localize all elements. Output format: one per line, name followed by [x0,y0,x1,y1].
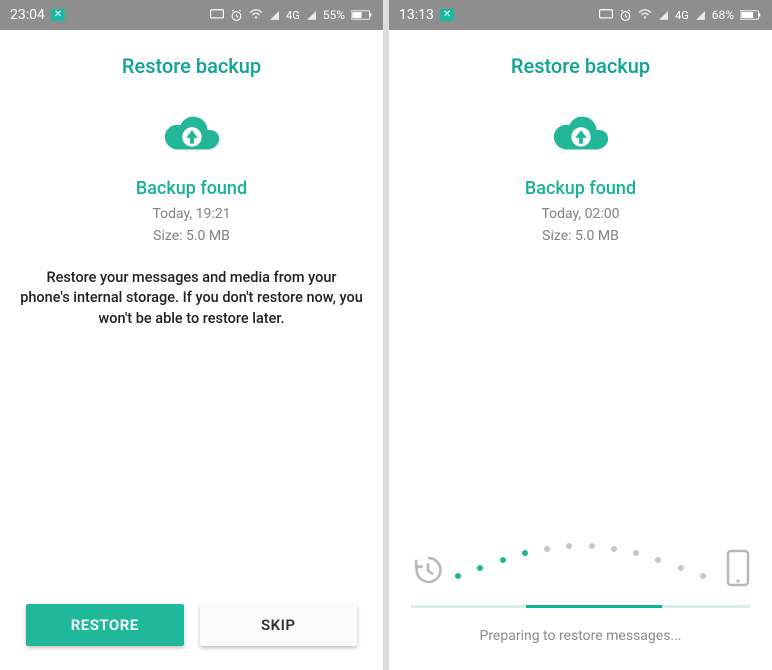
progress-bar [411,605,750,608]
battery-icon [351,9,373,21]
preparing-text: Preparing to restore messages... [411,628,750,644]
status-bar: 13:13 ✕ 4G 68% [389,0,772,30]
cast-icon [210,9,224,21]
alarm-icon [230,9,243,22]
status-time: 23:04 [10,7,45,23]
alarm-icon [619,9,632,22]
status-bar: 23:04 ✕ 4G 55% [0,0,383,30]
status-left: 23:04 ✕ [10,7,65,23]
backup-found-label: Backup found [0,178,383,199]
battery-text: 68% [712,8,734,22]
signal-label: 4G [286,9,300,22]
notification-badge: ✕ [51,9,65,21]
restore-button[interactable]: RESTORE [26,604,184,646]
phone-screen-right: 13:13 ✕ 4G 68% Restore backup [389,0,772,670]
history-icon [411,553,445,591]
button-row: RESTORE SKIP [0,604,383,670]
backup-time: Today, 02:00 [389,205,772,225]
page-title: Restore backup [389,54,772,78]
restore-description: Restore your messages and media from you… [20,268,363,329]
cast-icon [599,9,613,21]
status-right: 4G 68% [599,8,762,22]
backup-size: Size: 5.0 MB [0,227,383,247]
page-title: Restore backup [0,54,383,78]
signal-icon-2 [306,10,317,21]
progress-fill [526,605,662,608]
backup-size: Size: 5.0 MB [389,227,772,247]
backup-found-label: Backup found [389,178,772,199]
status-time: 13:13 [399,7,434,23]
cloud-upload-icon [550,112,612,160]
backup-time: Today, 19:21 [0,205,383,225]
status-right: 4G 55% [210,8,373,22]
cloud-upload-icon [161,112,223,160]
notification-badge: ✕ [440,9,454,21]
skip-button[interactable]: SKIP [200,604,358,646]
transfer-animation [411,537,750,597]
wifi-icon [638,9,652,21]
signal-icon-2 [695,10,706,21]
signal-icon-1 [658,10,669,21]
phone-icon [726,549,750,591]
signal-icon-1 [269,10,280,21]
battery-text: 55% [323,8,345,22]
signal-label: 4G [675,9,689,22]
status-left: 13:13 ✕ [399,7,454,23]
battery-icon [740,9,762,21]
preparing-area: Preparing to restore messages... [389,537,772,670]
phone-screen-left: 23:04 ✕ 4G 55% Restore backup [0,0,383,670]
wifi-icon [249,9,263,21]
